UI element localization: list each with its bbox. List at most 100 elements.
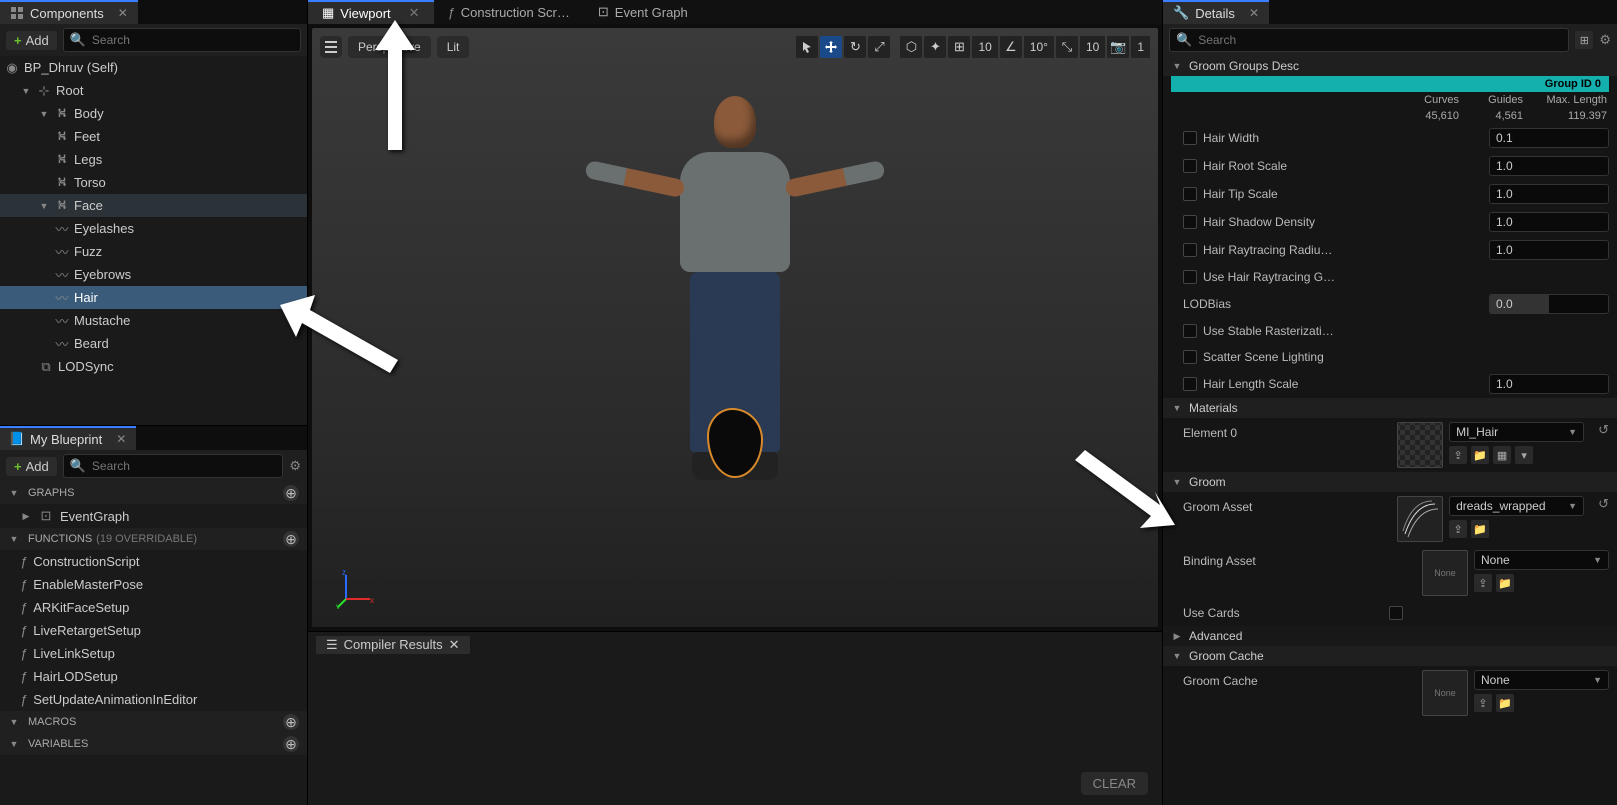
lodbias-input[interactable]: 0.0: [1489, 294, 1609, 314]
rotate-tool-button[interactable]: ↻: [844, 36, 866, 58]
section-graphs[interactable]: ▼GRAPHS ⊕: [0, 482, 307, 504]
override-checkbox[interactable]: [1183, 270, 1197, 284]
scale-value[interactable]: 10: [1080, 36, 1105, 58]
function-liveretargetsetup[interactable]: ƒLiveRetargetSetup: [0, 619, 307, 642]
hair-tip-scale-input[interactable]: 1.0: [1489, 184, 1609, 204]
override-checkbox[interactable]: [1183, 243, 1197, 257]
components-tree[interactable]: ◉ BP_Dhruv (Self) ▼ ⊹ Root ▼ ⛕ Body ⛕Fee…: [0, 56, 307, 425]
chevron-down-icon[interactable]: ▾: [1515, 446, 1533, 464]
blueprint-search-input[interactable]: [92, 459, 276, 473]
details-search[interactable]: 🔍: [1169, 28, 1569, 52]
browse-to-button[interactable]: 📁: [1496, 694, 1514, 712]
category-groom[interactable]: ▼ Groom: [1163, 472, 1617, 492]
hair-width-input[interactable]: 0.1: [1489, 128, 1609, 148]
override-checkbox[interactable]: [1183, 131, 1197, 145]
perspective-button[interactable]: Perspective: [348, 36, 431, 58]
function-enablemasterpose[interactable]: ƒEnableMasterPose: [0, 573, 307, 596]
function-setupdateanimation[interactable]: ƒSetUpdateAnimationInEditor: [0, 688, 307, 711]
reset-to-default-button[interactable]: ↺: [1598, 422, 1609, 438]
add-graph-button[interactable]: ⊕: [283, 485, 299, 501]
viewport[interactable]: Perspective Lit ↻ ⤢ ⬡ ✦ ⊞ 10 ∠ 10° ⤡ 10 …: [312, 28, 1158, 627]
browse-to-button[interactable]: 📁: [1471, 520, 1489, 538]
camera-speed-button[interactable]: 📷: [1107, 36, 1129, 58]
tab-construction-script[interactable]: ƒ Construction Scr…: [434, 0, 584, 24]
tree-row-mustache[interactable]: 〰Mustache: [0, 309, 307, 332]
category-groom-groups-desc[interactable]: ▼ Groom Groups Desc: [1163, 56, 1617, 76]
material-dropdown[interactable]: MI_Hair▼: [1449, 422, 1584, 442]
function-hairlodsetup[interactable]: ƒHairLODSetup: [0, 665, 307, 688]
material-thumbnail[interactable]: [1397, 422, 1443, 468]
viewport-options-button[interactable]: [320, 36, 342, 58]
category-groom-cache[interactable]: ▼ Groom Cache: [1163, 646, 1617, 666]
snap-surface-button[interactable]: ⬡: [900, 36, 922, 58]
hair-raytracing-radius-input[interactable]: 1.0: [1489, 240, 1609, 260]
tree-row-beard[interactable]: 〰Beard: [0, 332, 307, 355]
function-livelinksetup[interactable]: ƒLiveLinkSetup: [0, 642, 307, 665]
chevron-right-icon[interactable]: ▶: [20, 510, 32, 522]
section-functions[interactable]: ▼ FUNCTIONS (19 OVERRIDABLE) ⊕: [0, 528, 307, 550]
texture-button[interactable]: ▦: [1493, 446, 1511, 464]
groom-cache-thumbnail[interactable]: None: [1422, 670, 1468, 716]
tree-row-torso[interactable]: ⛕Torso: [0, 171, 307, 194]
add-component-button[interactable]: + Add: [6, 31, 57, 50]
scale-tool-button[interactable]: ⤢: [868, 36, 890, 58]
graph-eventgraph[interactable]: ▶ ⊡ EventGraph: [0, 504, 307, 528]
category-materials[interactable]: ▼ Materials: [1163, 398, 1617, 418]
override-checkbox[interactable]: [1183, 350, 1197, 364]
tree-row-root[interactable]: ▼ ⊹ Root: [0, 79, 307, 102]
hair-root-scale-input[interactable]: 1.0: [1489, 156, 1609, 176]
binding-asset-dropdown[interactable]: None▼: [1474, 550, 1609, 570]
snap-grid-button[interactable]: ⊞: [948, 36, 970, 58]
select-tool-button[interactable]: [796, 36, 818, 58]
category-advanced[interactable]: ▶ Advanced: [1163, 626, 1617, 646]
groom-cache-dropdown[interactable]: None▼: [1474, 670, 1609, 690]
function-arkitfacesetup[interactable]: ƒARKitFaceSetup: [0, 596, 307, 619]
property-matrix-button[interactable]: ⊞: [1575, 31, 1593, 49]
browse-to-button[interactable]: 📁: [1496, 574, 1514, 592]
details-search-input[interactable]: [1198, 33, 1562, 47]
groom-asset-dropdown[interactable]: dreads_wrapped▼: [1449, 496, 1584, 516]
browse-to-button[interactable]: 📁: [1471, 446, 1489, 464]
use-selected-button[interactable]: ⇪: [1474, 574, 1492, 592]
tree-row-feet[interactable]: ⛕Feet: [0, 125, 307, 148]
angle-value[interactable]: 10°: [1024, 36, 1054, 58]
snap-scale-button[interactable]: ⤡: [1056, 36, 1078, 58]
tab-viewport[interactable]: ▦ Viewport ✕: [308, 0, 434, 24]
tree-row-face[interactable]: ▼ ⛕ Face: [0, 194, 307, 217]
tree-row-eyelashes[interactable]: 〰Eyelashes: [0, 217, 307, 240]
chevron-down-icon[interactable]: ▼: [38, 200, 50, 212]
override-checkbox[interactable]: [1183, 377, 1197, 391]
tab-components[interactable]: Components ✕: [0, 0, 138, 24]
override-checkbox[interactable]: [1183, 215, 1197, 229]
grid-value[interactable]: 10: [972, 36, 997, 58]
use-selected-button[interactable]: ⇪: [1449, 520, 1467, 538]
tree-row-legs[interactable]: ⛕Legs: [0, 148, 307, 171]
tab-compiler-results[interactable]: ☰ Compiler Results ✕: [316, 636, 470, 654]
section-macros[interactable]: ▼MACROS ⊕: [0, 711, 307, 733]
override-checkbox[interactable]: [1183, 187, 1197, 201]
tab-event-graph[interactable]: ⊡ Event Graph: [584, 0, 702, 24]
translate-tool-button[interactable]: [820, 36, 842, 58]
snap-button[interactable]: ✦: [924, 36, 946, 58]
components-search-input[interactable]: [92, 33, 294, 47]
add-blueprint-button[interactable]: + Add: [6, 457, 57, 476]
tree-row-self[interactable]: ◉ BP_Dhruv (Self): [0, 56, 307, 79]
tab-my-blueprint[interactable]: 📘 My Blueprint ✕: [0, 426, 136, 450]
tree-row-eyebrows[interactable]: 〰Eyebrows: [0, 263, 307, 286]
snap-angle-button[interactable]: ∠: [1000, 36, 1022, 58]
clear-button[interactable]: CLEAR: [1081, 772, 1148, 795]
function-constructionscript[interactable]: ƒConstructionScript: [0, 550, 307, 573]
use-selected-button[interactable]: ⇪: [1449, 446, 1467, 464]
components-search[interactable]: 🔍: [63, 28, 301, 52]
add-variable-button[interactable]: ⊕: [283, 736, 299, 752]
close-icon[interactable]: ✕: [449, 637, 460, 653]
tree-row-hair[interactable]: 〰Hair: [0, 286, 307, 309]
tab-details[interactable]: 🔧 Details ✕: [1163, 0, 1269, 24]
chevron-down-icon[interactable]: ▼: [20, 85, 32, 97]
section-variables[interactable]: ▼VARIABLES ⊕: [0, 733, 307, 755]
add-macro-button[interactable]: ⊕: [283, 714, 299, 730]
lit-button[interactable]: Lit: [437, 36, 470, 58]
tree-row-body[interactable]: ▼ ⛕ Body: [0, 102, 307, 125]
close-icon[interactable]: ✕: [116, 432, 126, 446]
camera-value[interactable]: 1: [1131, 36, 1150, 58]
